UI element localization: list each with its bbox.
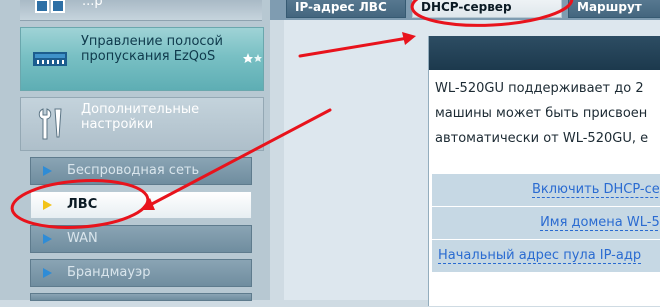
- menu-item-firewall[interactable]: Брандмауэр: [30, 259, 252, 287]
- menu-item-wan[interactable]: WAN: [30, 225, 252, 253]
- menu-item-label: Беспроводная сеть: [67, 163, 200, 178]
- form-row-domain-name: Имя домена WL-52: [432, 207, 660, 240]
- menu-item-wireless[interactable]: Беспроводная сеть: [30, 157, 252, 185]
- sidebar-item-network-map[interactable]: ...р: [20, 0, 262, 21]
- sidebar-item-ezqos[interactable]: Управление полосой пропускания EzQoS: [20, 27, 264, 91]
- menu-item-label: WAN: [67, 231, 98, 246]
- qos-bandwidth-icon: [33, 42, 67, 76]
- sidebar-item-label: Управление полосой пропускания EzQoS: [81, 34, 223, 64]
- arrow-right-icon: [43, 234, 52, 244]
- panel-description: WL-520GU поддерживает до 2 машины может …: [435, 76, 660, 151]
- description-line: машины может быть присвоен: [435, 106, 648, 121]
- stars-icon: [243, 50, 263, 69]
- sidebar: ...р Управление полосой пропускания EzQo…: [0, 0, 270, 301]
- form-row-pool-start: Начальный адрес пула IP-адр: [432, 240, 660, 273]
- sidebar-item-label: ...р: [82, 0, 103, 9]
- form-row-enable-dhcp: Включить DHCP-сер: [432, 174, 660, 207]
- menu-item-label: Брандмауэр: [67, 265, 151, 280]
- enable-dhcp-label[interactable]: Включить DHCP-сер: [531, 182, 660, 198]
- tab-lan-ip[interactable]: IP-адрес ЛВС: [286, 0, 406, 18]
- menu-item-lan[interactable]: ЛВС: [30, 191, 252, 219]
- pool-start-label[interactable]: Начальный адрес пула IP-адр: [438, 248, 642, 264]
- arrow-right-icon: [43, 268, 52, 278]
- sidebar-item-advanced-settings[interactable]: Дополнительные настройки: [20, 97, 264, 151]
- panel-header: [429, 36, 660, 70]
- sidebar-item-label: Дополнительные настройки: [81, 102, 200, 132]
- domain-name-label[interactable]: Имя домена WL-52: [540, 215, 660, 231]
- tab-bar: IP-адрес ЛВС DHCP-сервер Маршрут: [270, 0, 660, 20]
- advanced-submenu: Беспроводная сеть ЛВС WAN Брандмауэр: [30, 157, 252, 307]
- description-line: автоматически от WL-520GU, е: [435, 131, 649, 146]
- arrow-right-icon: [43, 166, 52, 176]
- dhcp-form: Включить DHCP-сер Имя домена WL-52 Начал…: [432, 174, 660, 273]
- menu-item-label: ЛВС: [67, 197, 98, 212]
- tab-dhcp-server[interactable]: DHCP-сервер: [412, 0, 562, 18]
- tab-route[interactable]: Маршрут: [568, 0, 660, 18]
- network-map-icon: [34, 0, 66, 16]
- description-line: WL-520GU поддерживает до 2: [435, 81, 644, 96]
- content-area: WL-520GU поддерживает до 2 машины может …: [284, 20, 660, 306]
- arrow-right-icon: [43, 200, 52, 210]
- tools-icon: [35, 107, 67, 141]
